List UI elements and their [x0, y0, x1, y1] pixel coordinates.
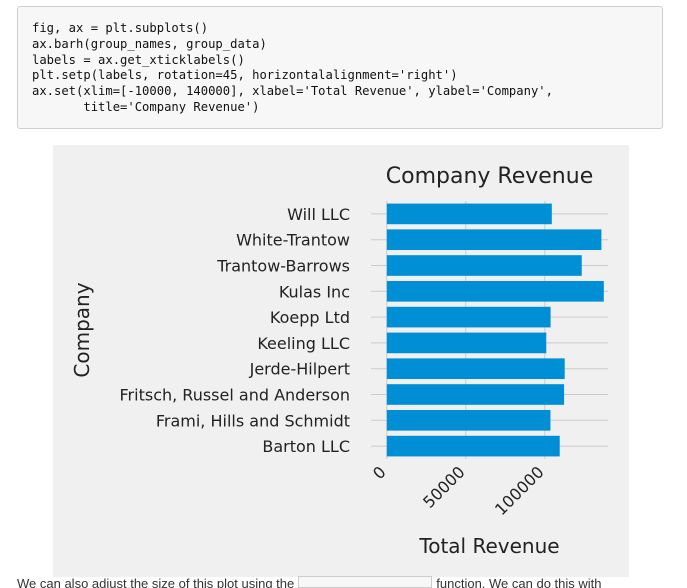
bar — [386, 306, 551, 328]
y-tick-label: Barton LLC — [262, 437, 350, 456]
bar — [386, 229, 602, 251]
bar — [386, 358, 565, 380]
x-tick-label: 0 — [369, 462, 390, 483]
bar — [386, 255, 582, 276]
y-tick-label: Frami, Hills and Schmidt — [156, 411, 350, 430]
code-line: title='Company Revenue') — [32, 99, 260, 114]
y-tick-label: Trantow-Barrows — [216, 257, 350, 276]
bar — [386, 409, 551, 431]
footer-paragraph: We can also adjust the size of this plot… — [17, 576, 687, 588]
y-axis-label: Company — [70, 282, 94, 377]
code-line: ax.barh(group_names, group_data) — [32, 36, 267, 51]
y-tick-label: Fritsch, Russel and Anderson — [120, 386, 350, 405]
code-line: labels = ax.get_xticklabels() — [32, 52, 245, 67]
footer-text-before: We can also adjust the size of this plot… — [17, 576, 295, 588]
inline-code-snippet — [298, 576, 433, 588]
bar — [386, 384, 565, 405]
x-tick-label: 100000 — [491, 462, 548, 519]
bar — [386, 435, 560, 457]
chart-figure: Barton LLC Frami, Hills and Schmidt Fritsc… — [53, 145, 629, 577]
footer-text-after: function. We can do this with — [436, 576, 602, 588]
code-line: fig, ax = plt.subplots() — [32, 21, 209, 35]
bar-chart: Barton LLC Frami, Hills and Schmidt Fritsc… — [70, 164, 608, 558]
bar — [386, 332, 547, 354]
y-tick-label: Keeling LLC — [257, 334, 350, 353]
x-axis-label: Total Revenue — [418, 534, 559, 558]
chart-title: Company Revenue — [386, 164, 593, 189]
code-block: fig, ax = plt.subplots() ax.barh(group_na… — [32, 21, 648, 116]
bar — [386, 203, 552, 225]
y-tick-label: Jerde-Hilpert — [249, 360, 350, 379]
y-tick-label: White-Trantow — [236, 231, 350, 250]
code-line: plt.setp(labels, rotation=45, horizontal… — [32, 68, 458, 83]
y-tick-label: Will LLC — [287, 205, 350, 224]
bar — [386, 280, 604, 302]
y-tick-label: Kulas Inc — [279, 282, 350, 301]
x-tick-label: 50000 — [419, 462, 468, 511]
code-line: ax.set(xlim=[-10000, 140000], xlabel='To… — [32, 84, 553, 99]
code-cell[interactable]: fig, ax = plt.subplots() ax.barh(group_na… — [17, 6, 663, 129]
y-tick-label: Koepp Ltd — [270, 308, 350, 327]
